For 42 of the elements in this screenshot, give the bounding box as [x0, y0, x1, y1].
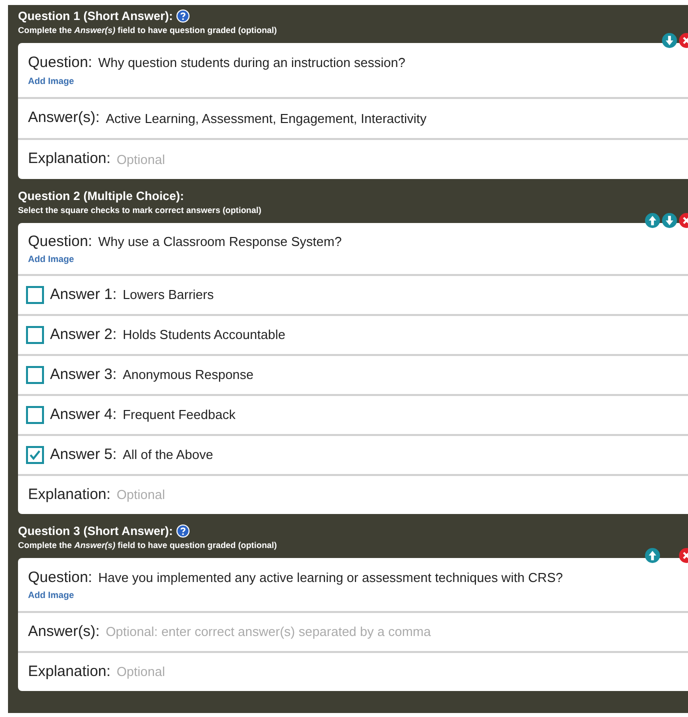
answer-field[interactable]: All of the Above — [122, 445, 214, 465]
move-down-icon[interactable] — [662, 213, 677, 228]
question-hint: Complete the Answer(s) field to have question graded (optional) — [18, 25, 278, 36]
checkbox[interactable] — [26, 366, 44, 384]
question-text[interactable]: Have you implemented any active learning or assessment techniques with CRS? — [98, 568, 563, 587]
move-up-icon[interactable] — [645, 548, 660, 563]
question-title: Question 1 (Short Answer): — [18, 8, 173, 25]
checkbox[interactable] — [26, 406, 44, 424]
answer-field[interactable]: Active Learning, Assessment, Engagement, Interactivity — [106, 108, 427, 128]
field-label: Question: — [28, 232, 92, 252]
help-icon[interactable] — [176, 524, 190, 538]
field-label: Explanation: — [28, 662, 111, 682]
move-up-icon[interactable] — [645, 213, 660, 228]
field-label: Answer 3: — [50, 364, 117, 385]
help-icon[interactable] — [176, 9, 190, 23]
checkbox[interactable] — [26, 286, 44, 304]
field-label: Answer(s): — [28, 622, 100, 642]
field-label: Answer 4: — [50, 404, 117, 425]
field-label: Answer 1: — [50, 284, 117, 305]
field-label: Explanation: — [28, 149, 111, 170]
field-label: Answer 2: — [50, 324, 117, 345]
add-image-link[interactable]: Add Image — [28, 589, 74, 602]
question-text[interactable]: Why use a Classroom Response System? — [98, 232, 342, 251]
move-down-icon[interactable] — [662, 33, 677, 48]
answer-field[interactable]: Frequent Feedback — [122, 405, 236, 425]
question-title: Question 3 (Short Answer): — [18, 523, 173, 540]
field-label: Question: — [28, 568, 92, 588]
answer-field[interactable]: Anonymous Response — [122, 365, 254, 385]
field-label: Answer 5: — [50, 444, 117, 465]
question-hint: Complete the Answer(s) field to have question graded (optional) — [18, 540, 278, 551]
checkbox[interactable] — [26, 446, 44, 464]
field-label: Answer(s): — [28, 108, 100, 128]
question-hint: Select the square checks to mark correct answers (optional) — [18, 205, 262, 216]
field-label: Explanation: — [28, 484, 111, 505]
add-image-link[interactable]: Add Image — [28, 74, 74, 88]
checkbox[interactable] — [26, 326, 44, 344]
question-text[interactable]: Why question students during an instruction session? — [98, 53, 406, 72]
answer-field[interactable]: Lowers Barriers — [122, 285, 214, 305]
question-title: Question 2 (Multiple Choice): — [18, 188, 184, 205]
field-label: Question: — [28, 53, 92, 73]
answer-field[interactable]: Holds Students Accountable — [122, 325, 286, 345]
add-image-link[interactable]: Add Image — [28, 253, 74, 266]
